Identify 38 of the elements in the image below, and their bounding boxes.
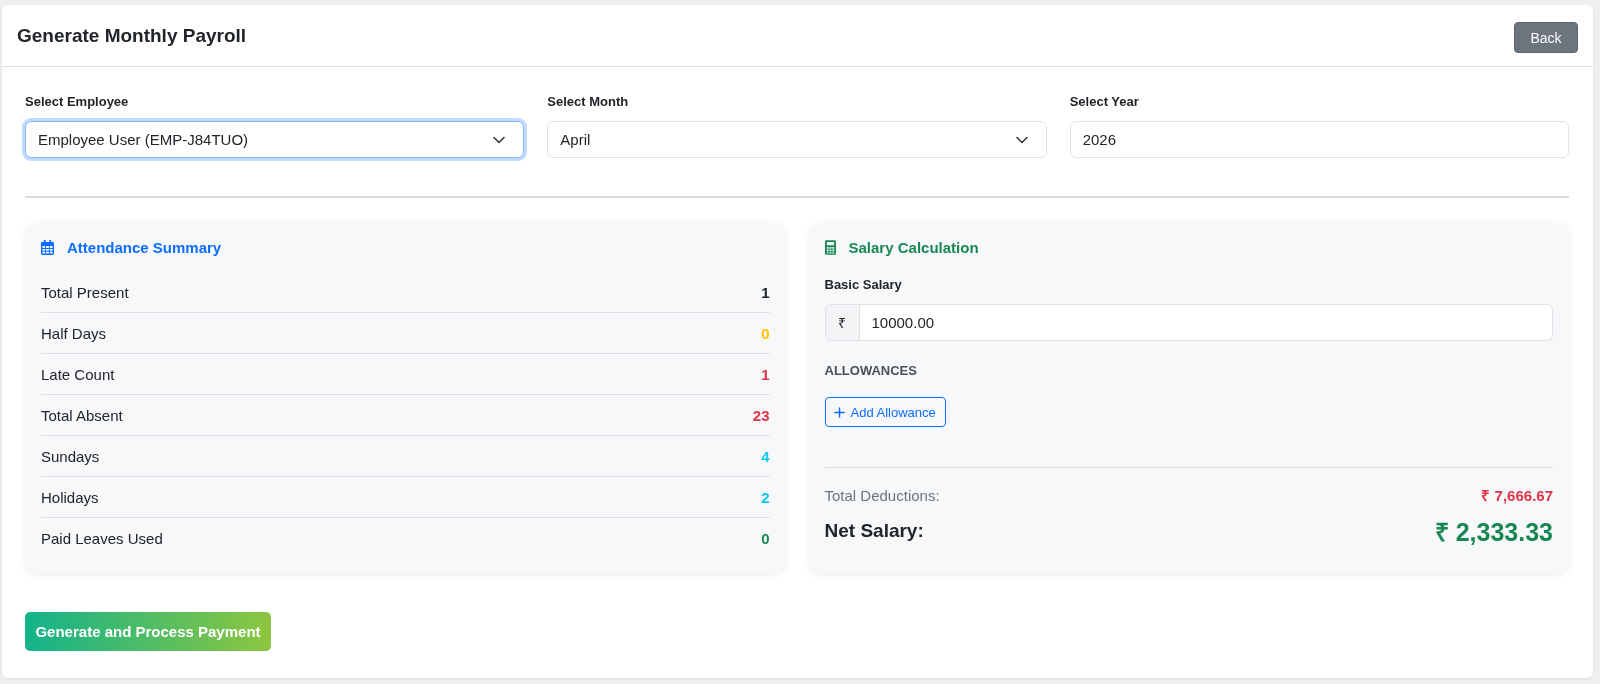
net-salary-label: Net Salary: (824, 520, 924, 542)
stat-label: Late Count (41, 365, 115, 383)
chevron-down-icon (1015, 135, 1028, 144)
stat-label: Paid Leaves Used (41, 529, 163, 547)
calendar-icon (41, 239, 54, 255)
field-label: Select Month (547, 93, 630, 111)
stat-value: 0 (761, 324, 770, 342)
back-button[interactable]: Back (1514, 22, 1578, 53)
deductions-label: Total Deductions: (824, 486, 940, 504)
panel-title: Attendance Summary (67, 238, 222, 256)
field-label: Select Year (1069, 93, 1140, 111)
year-input[interactable]: 2026 (1069, 121, 1569, 158)
plus-icon (833, 406, 845, 418)
stat-value: 0 (761, 529, 770, 547)
field-label: Select Employee (25, 93, 130, 111)
stat-value: 23 (752, 406, 770, 424)
stat-value: 1 (761, 283, 770, 301)
deductions-amount: ₹ 7,666.67 (1481, 486, 1553, 505)
stat-value: 2 (761, 488, 770, 506)
field-label: Basic Salary (824, 276, 903, 294)
stat-label: Total Absent (41, 406, 123, 424)
add-allowance-button[interactable]: Add Allowance (824, 397, 946, 427)
stat-value: 1 (761, 365, 770, 383)
net-salary-amount: ₹ 2,333.33 (1434, 517, 1553, 548)
chevron-down-icon (493, 135, 506, 144)
stat-value: 4 (761, 447, 770, 465)
currency-addon: ₹ (824, 304, 860, 341)
stat-label: Total Present (41, 283, 129, 301)
panel-title: Salary Calculation (848, 238, 979, 256)
stat-label: Holidays (41, 488, 99, 506)
stat-label: Half Days (41, 324, 107, 342)
page-title: Generate Monthly Payroll (17, 24, 247, 47)
dropdown-field[interactable]: Employee User (EMP-J84TUO) (25, 121, 525, 158)
stat-label: Sundays (41, 447, 100, 465)
calculator-icon (824, 239, 836, 255)
salary-input[interactable]: 10000.00 (859, 304, 1553, 341)
section-heading: ALLOWANCES (824, 362, 918, 380)
dropdown-field[interactable]: April (547, 121, 1047, 158)
